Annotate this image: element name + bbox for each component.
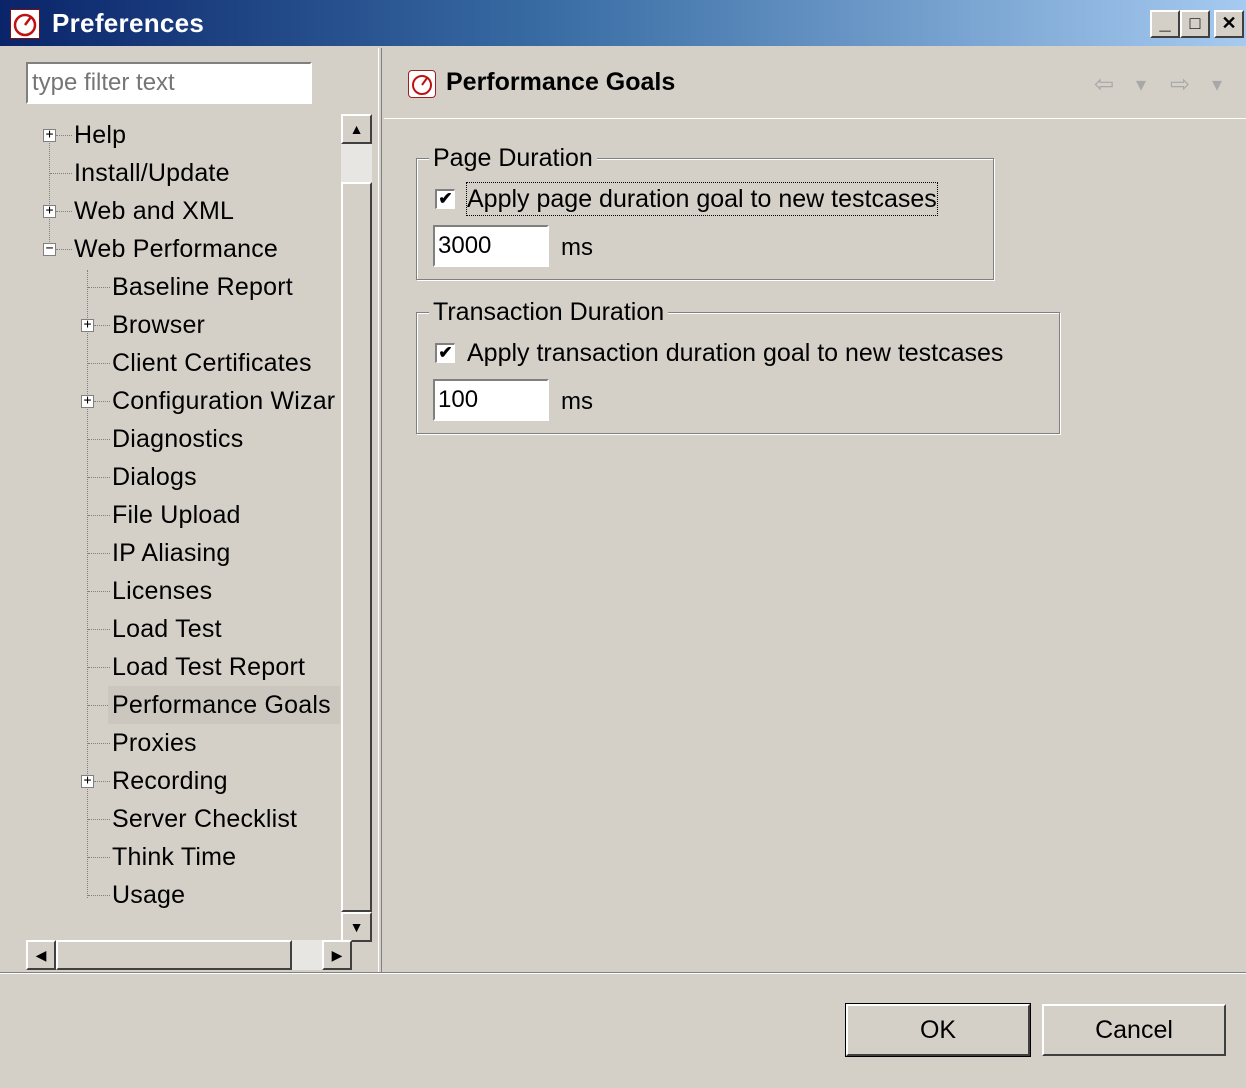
preferences-tree: + Help Install/Update + Web and XML − We… [26,112,340,944]
page-title: Performance Goals [446,68,676,96]
tree-item-proxies[interactable]: Proxies [112,724,197,762]
collapse-icon[interactable]: − [43,242,56,256]
tree-branch [88,667,110,668]
tree-item-web-performance[interactable]: Web Performance [74,230,278,268]
tree-item-usage[interactable]: Usage [112,876,185,914]
tree-branch [88,895,110,896]
tree-item-diagnostics[interactable]: Diagnostics [112,420,243,458]
page-duration-group-label: Page Duration [429,144,597,172]
scroll-up-button[interactable]: ▲ [341,114,372,144]
gauge-icon [408,70,436,98]
tree-item-client-certificates[interactable]: Client Certificates [112,344,312,382]
tree-branch [56,249,72,250]
tree-item-dialogs[interactable]: Dialogs [112,458,197,496]
app-gauge-icon [10,9,40,39]
tree-item-performance-goals[interactable]: Performance Goals [108,686,340,724]
tree-item-load-test[interactable]: Load Test [112,610,222,648]
tree-branch [88,705,108,706]
scroll-down-button[interactable]: ▼ [341,912,372,942]
header-divider [384,118,1246,119]
tree-branch [88,439,110,440]
tree-guide-line [87,270,88,898]
tree-horizontal-scrollbar[interactable]: ◀ ▶ [26,940,352,970]
tree-branch [88,553,110,554]
tree-branch [88,591,110,592]
forward-arrow-icon[interactable]: ⇨ [1170,70,1190,99]
transaction-duration-input[interactable] [433,379,549,421]
tree-item-file-upload[interactable]: File Upload [112,496,241,534]
transaction-duration-checkbox-label[interactable]: Apply transaction duration goal to new t… [467,337,1003,369]
page-duration-unit: ms [561,234,593,261]
page-duration-checkbox-label[interactable]: Apply page duration goal to new testcase… [466,182,938,216]
tree-item-recording[interactable]: Recording [112,762,228,800]
tree-branch [56,135,72,136]
tree-item-install-update[interactable]: Install/Update [74,154,230,192]
tree-vertical-scrollbar[interactable]: ▲ ▼ [341,114,372,942]
tree-branch [94,401,110,402]
page-duration-checkbox[interactable]: ✔ [435,189,455,209]
tree-branch [50,173,72,174]
preferences-sidebar: + Help Install/Update + Web and XML − We… [12,48,378,972]
tree-item-server-checklist[interactable]: Server Checklist [112,800,297,838]
transaction-duration-checkbox[interactable]: ✔ [435,343,455,363]
expand-icon[interactable]: + [81,774,94,788]
minimize-button[interactable]: _ [1150,10,1180,38]
tree-branch [88,363,110,364]
back-menu-chevron-icon[interactable]: ▾ [1136,72,1146,97]
scroll-right-button[interactable]: ▶ [322,940,352,970]
expand-icon[interactable]: + [43,128,56,142]
tree-branch [88,477,110,478]
transaction-duration-unit: ms [561,388,593,415]
tree-branch [94,781,110,782]
scroll-left-button[interactable]: ◀ [26,940,56,970]
tree-branch [88,743,110,744]
title-bar: Preferences _ □ ✕ [0,0,1246,46]
page-header: Performance Goals ⇦ ▾ ⇨ ▾ [384,48,1246,119]
tree-item-configuration-wizard[interactable]: Configuration Wizar [112,382,335,420]
transaction-duration-group: Transaction Duration ✔ Apply transaction… [416,298,1060,434]
tree-item-help[interactable]: Help [74,116,126,154]
page-duration-group: Page Duration ✔ Apply page duration goal… [416,144,994,280]
vertical-scroll-thumb[interactable] [341,182,372,912]
tree-item-browser[interactable]: Browser [112,306,205,344]
pane-splitter[interactable] [378,48,382,972]
bottom-divider [0,972,1246,974]
tree-guide-line [49,132,50,250]
maximize-button[interactable]: □ [1180,10,1210,38]
close-button[interactable]: ✕ [1214,10,1244,38]
tree-branch [88,819,110,820]
tree-item-think-time[interactable]: Think Time [112,838,236,876]
tree-branch [88,857,110,858]
back-arrow-icon[interactable]: ⇦ [1094,70,1114,99]
tree-item-web-and-xml[interactable]: Web and XML [74,192,234,230]
window-title: Preferences [52,8,205,38]
tree-branch [88,515,110,516]
expand-icon[interactable]: + [43,204,56,218]
forward-menu-chevron-icon[interactable]: ▾ [1212,72,1222,97]
ok-button[interactable]: OK [845,1003,1031,1057]
tree-branch [94,325,110,326]
tree-item-ip-aliasing[interactable]: IP Aliasing [112,534,230,572]
cancel-button[interactable]: Cancel [1042,1004,1226,1056]
expand-icon[interactable]: + [81,318,94,332]
tree-item-baseline-report[interactable]: Baseline Report [112,268,293,306]
tree-item-licenses[interactable]: Licenses [112,572,212,610]
horizontal-scroll-thumb[interactable] [56,940,292,970]
transaction-duration-group-label: Transaction Duration [429,298,669,326]
tree-branch [56,211,72,212]
filter-input[interactable] [26,62,312,104]
tree-item-load-test-report[interactable]: Load Test Report [112,648,305,686]
tree-branch [88,287,110,288]
expand-icon[interactable]: + [81,394,94,408]
page-duration-input[interactable] [433,225,549,267]
tree-branch [88,629,110,630]
